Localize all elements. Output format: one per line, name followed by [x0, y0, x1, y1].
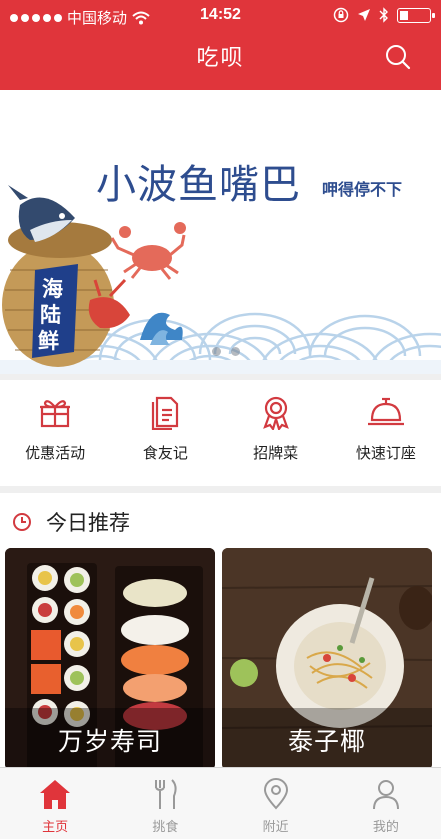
banner-pagination — [212, 347, 240, 356]
search-icon[interactable] — [383, 42, 413, 72]
restaurant-card[interactable]: 万岁寿司 — [5, 548, 215, 770]
bottom-tab-bar: 主页 挑食 附近 我的 — [0, 767, 441, 839]
restaurant-name: 泰子椰 — [287, 728, 366, 756]
page-title: 吃呗 — [196, 45, 245, 70]
category-food-diary[interactable]: 食友记 — [110, 380, 220, 486]
fork-knife-icon — [155, 779, 177, 809]
bluetooth-icon — [379, 7, 388, 23]
category-label: 招牌菜 — [253, 445, 299, 462]
banner-badge-char-3: 鲜 — [38, 330, 59, 353]
tab-label: 我的 — [372, 819, 399, 834]
location-arrow-icon — [358, 9, 370, 21]
gift-icon — [40, 400, 71, 428]
banner-dot[interactable] — [231, 347, 240, 356]
status-bar: 中国移动 14:52 — [0, 0, 441, 32]
banner-illustration — [0, 185, 441, 374]
category-promotions[interactable]: 优惠活动 — [0, 380, 110, 486]
person-icon — [372, 780, 399, 810]
home-icon — [40, 780, 71, 809]
tab-label: 附近 — [262, 819, 289, 834]
banner-dot[interactable] — [212, 347, 221, 356]
category-label: 食友记 — [142, 445, 188, 462]
tab-label: 主页 — [42, 819, 69, 834]
battery-icon — [397, 7, 435, 23]
tab-mine[interactable]: 我的 — [331, 768, 441, 839]
banner-title: 小波鱼嘴巴 — [96, 163, 301, 207]
tab-pick-food[interactable]: 挑食 — [110, 768, 220, 839]
app-header: 中国移动 14:52 吃呗 — [0, 0, 441, 90]
category-quick-reservation[interactable]: 快速订座 — [331, 380, 441, 486]
today-recommend-section: 今日推荐 万岁寿司 泰子椰 — [0, 493, 441, 770]
ribbon-icon — [262, 396, 289, 430]
service-bell-icon — [367, 397, 404, 426]
restaurant-name: 万岁寿司 — [57, 728, 162, 756]
rotation-lock-icon — [333, 7, 349, 23]
promo-banner[interactable]: 小波鱼嘴巴 呷得停不下 海 陆 鲜 — [0, 90, 441, 374]
category-label: 快速订座 — [355, 445, 416, 462]
section-title: 今日推荐 — [46, 512, 130, 535]
banner-badge-char-2: 陆 — [40, 304, 61, 327]
category-signature-dishes[interactable]: 招牌菜 — [221, 380, 331, 486]
category-label: 优惠活动 — [25, 445, 86, 462]
section-header: 今日推荐 — [12, 507, 130, 537]
banner-subtitle: 呷得停不下 — [322, 182, 403, 199]
clock-icon — [13, 513, 31, 531]
tab-label: 挑食 — [152, 819, 179, 834]
note-icon — [152, 396, 179, 430]
restaurant-card[interactable]: 泰子椰 — [222, 548, 432, 770]
category-row: 优惠活动 食友记 招牌菜 快速订座 — [0, 380, 441, 486]
tab-home[interactable]: 主页 — [0, 768, 110, 839]
status-right — [333, 7, 435, 23]
banner-badge-char-1: 海 — [42, 278, 63, 301]
tab-nearby[interactable]: 附近 — [221, 768, 331, 839]
location-pin-icon — [263, 778, 288, 810]
